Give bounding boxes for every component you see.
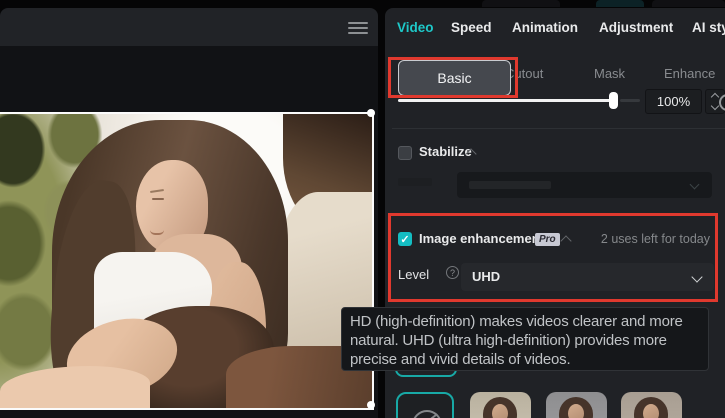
level-dropdown[interactable]: UHD <box>461 263 714 291</box>
tab-speed[interactable]: Speed <box>451 20 492 35</box>
preset-face <box>492 404 508 418</box>
subtab-basic[interactable]: Basic <box>398 60 511 96</box>
subtab-enhance[interactable]: Enhance <box>664 66 715 81</box>
selection-handle-top-right[interactable] <box>367 109 375 117</box>
subtab-mask[interactable]: Mask <box>594 66 625 81</box>
background-tab-segment-active <box>596 0 644 7</box>
stepper-down-icon[interactable] <box>710 101 720 111</box>
video-preview[interactable] <box>0 112 374 410</box>
opacity-value-input[interactable]: 100% <box>645 89 702 114</box>
disabled-dropdown-text <box>469 181 551 189</box>
window-top-edge <box>0 0 725 8</box>
opacity-slider-track[interactable] <box>398 99 611 102</box>
menu-icon[interactable] <box>348 19 368 35</box>
section-divider <box>392 128 725 129</box>
opacity-slider-track-rest[interactable] <box>620 99 640 102</box>
stabilize-checkbox[interactable] <box>398 146 412 160</box>
tab-animation[interactable]: Animation <box>512 20 578 35</box>
chevron-down-icon <box>691 271 703 283</box>
stabilize-level-dropdown-disabled[interactable] <box>457 172 712 198</box>
preset-face <box>568 404 584 418</box>
stabilize-label: Stabilize <box>419 144 472 159</box>
tab-video[interactable]: Video <box>397 20 434 35</box>
preset-none-thumbnail[interactable] <box>396 392 454 418</box>
tab-ai-style[interactable]: AI style <box>692 20 725 35</box>
tab-adjustment[interactable]: Adjustment <box>599 20 673 35</box>
selection-handle-bottom-right[interactable] <box>367 401 375 409</box>
level-dropdown-value: UHD <box>472 269 501 284</box>
preset-thumbnail-2[interactable] <box>546 392 607 418</box>
player-toolbar <box>0 8 378 46</box>
help-icon[interactable]: ? <box>446 266 459 279</box>
chevron-down-icon <box>689 179 700 190</box>
stepper-up-icon[interactable] <box>710 92 720 102</box>
level-label: Level <box>398 267 430 282</box>
stabilize-level-label-disabled <box>398 178 432 186</box>
background-tab-segment <box>652 0 725 7</box>
photo-girl-eye <box>152 198 164 200</box>
background-tab-segment <box>482 0 560 7</box>
preset-face <box>643 404 659 418</box>
preset-thumbnail-1[interactable] <box>470 392 531 418</box>
uhd-tooltip: HD (high-definition) makes videos cleare… <box>341 307 709 371</box>
opacity-slider-thumb[interactable] <box>609 92 618 109</box>
preset-thumbnail-3[interactable] <box>621 392 682 418</box>
uses-left-text: 2 uses left for today <box>600 232 710 246</box>
